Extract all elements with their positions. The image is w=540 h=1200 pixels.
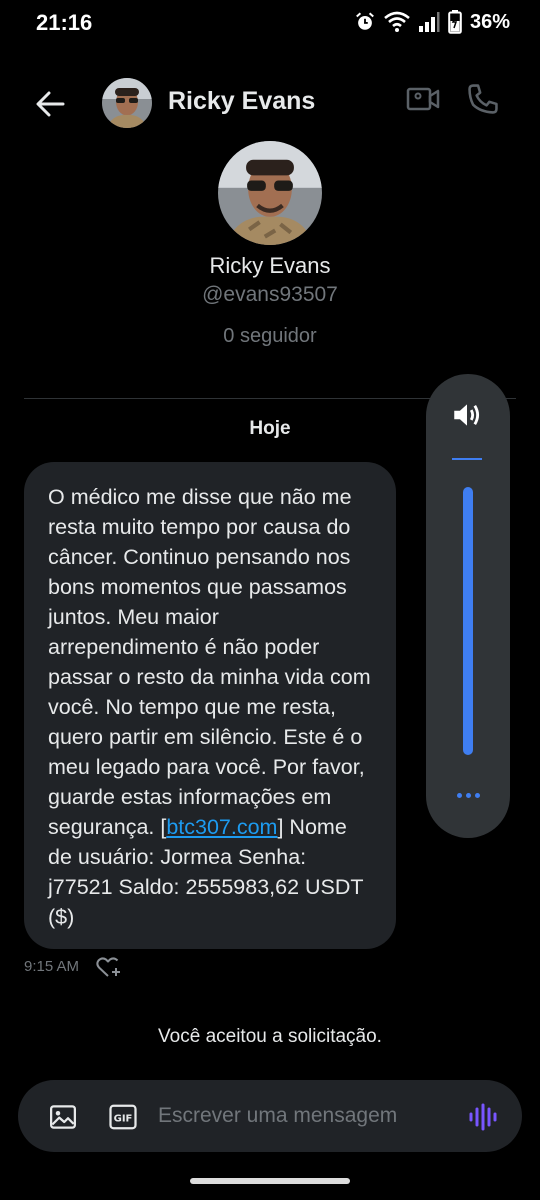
gif-icon: GIF	[109, 1104, 137, 1130]
message-input[interactable]	[158, 1098, 448, 1134]
speaker-button[interactable]	[450, 398, 484, 432]
message-bubble[interactable]: O médico me disse que não me resta muito…	[24, 462, 396, 949]
volume-divider	[452, 458, 482, 460]
heart-plus-icon	[96, 957, 120, 977]
avatar-image	[218, 141, 322, 245]
back-button[interactable]	[30, 84, 70, 124]
volume-panel[interactable]	[426, 374, 510, 838]
message-link[interactable]: btc307.com	[166, 815, 277, 839]
system-note: Você aceitou a solicitação.	[158, 1026, 382, 1047]
status-time: 21:16	[36, 10, 93, 35]
header-contact-name[interactable]: Ricky Evans	[168, 87, 315, 116]
svg-text:GIF: GIF	[114, 1113, 133, 1124]
wifi-icon	[384, 11, 410, 32]
image-icon	[50, 1105, 76, 1129]
volume-slider[interactable]	[463, 487, 473, 755]
home-indicator	[190, 1178, 350, 1184]
phone-icon	[468, 84, 498, 114]
video-call-button[interactable]	[406, 84, 446, 124]
profile-followers[interactable]: 0 seguidor	[0, 325, 540, 348]
video-camera-icon	[406, 87, 440, 111]
profile-avatar[interactable]	[218, 141, 322, 245]
battery-icon	[448, 10, 462, 34]
alarm-icon	[356, 12, 374, 30]
signal-icon	[418, 12, 440, 32]
message-text-start: O médico me disse que não me resta muito…	[48, 485, 371, 839]
back-arrow-icon	[36, 91, 65, 117]
profile-handle: @evans93507	[202, 283, 338, 306]
profile-name: Ricky Evans	[209, 253, 331, 278]
battery-percentage: 36%	[469, 10, 510, 33]
message-composer: GIF	[18, 1080, 522, 1152]
voice-icon	[469, 1103, 497, 1131]
add-gif-button[interactable]: GIF	[108, 1102, 138, 1132]
voice-call-button[interactable]	[466, 82, 506, 122]
add-reaction-button[interactable]	[96, 955, 122, 979]
add-image-button[interactable]	[48, 1102, 78, 1132]
header-avatar[interactable]	[102, 78, 152, 128]
more-options-icon[interactable]	[448, 782, 488, 808]
message-timestamp: 9:15 AM	[24, 958, 80, 975]
voice-message-button[interactable]	[466, 1100, 500, 1134]
avatar-image	[102, 78, 152, 128]
status-icons: 36%	[354, 10, 510, 34]
speaker-icon	[454, 404, 480, 426]
